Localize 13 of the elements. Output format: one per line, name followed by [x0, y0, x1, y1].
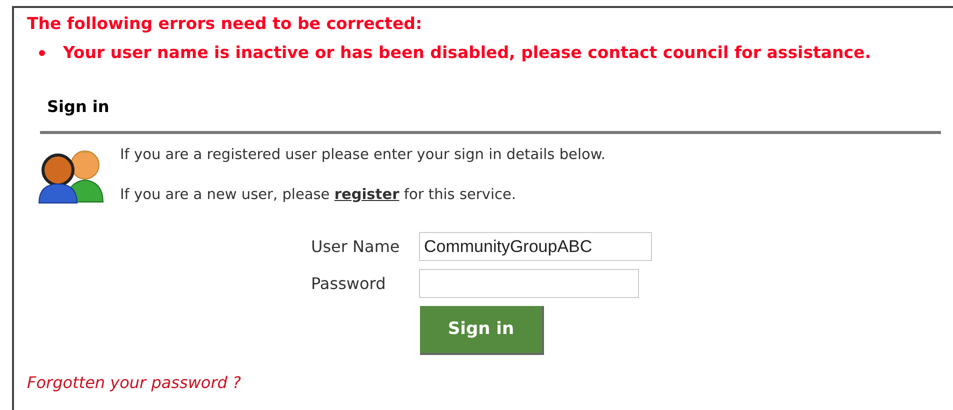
error-message: Your user name is inactive or has been disabled, please contact council for assistance. [63, 43, 872, 63]
error-heading: The following errors need to be corrected: [27, 14, 424, 34]
intro-text: If you are a registered user please enter your sign in details below. [120, 146, 606, 164]
bullet-icon [39, 50, 45, 56]
field-label: User Name [311, 236, 401, 258]
sign-in-button[interactable]: Sign in [420, 306, 544, 355]
forgot-password-link[interactable]: Forgotten your password ? [27, 371, 953, 395]
register-link[interactable]: register [334, 187, 400, 203]
section-heading: Sign in [47, 97, 110, 117]
field-label: Password [311, 272, 387, 294]
input-field[interactable] [419, 269, 639, 298]
register-text: If you are a new user, please register for this service. [120, 186, 518, 204]
input-field[interactable]: CommunityGroupABC [419, 232, 652, 261]
